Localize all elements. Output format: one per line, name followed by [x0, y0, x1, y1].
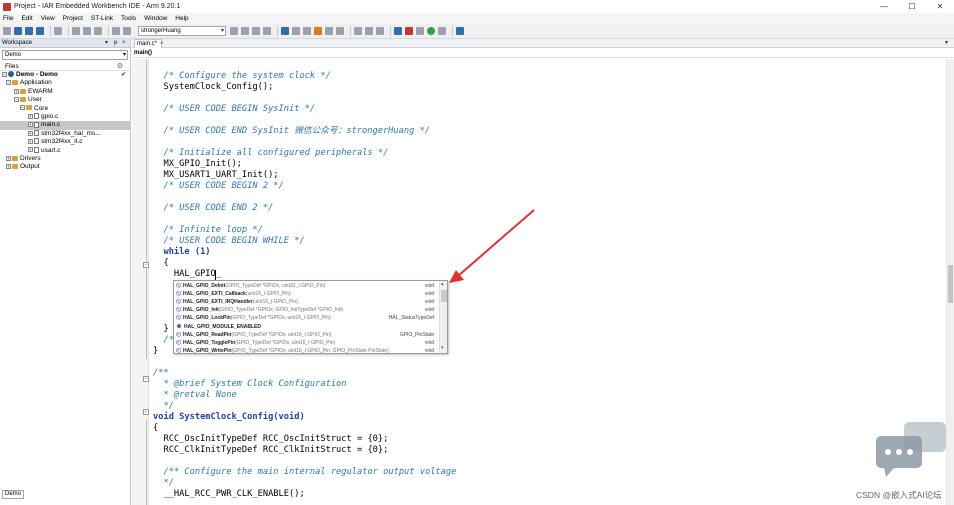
watermark-text: CSDN @嵌入式AI论坛	[856, 490, 942, 500]
chat-bubbles-icon	[876, 422, 946, 477]
arrow-shaft	[457, 209, 535, 277]
annotation-arrow	[449, 209, 535, 283]
